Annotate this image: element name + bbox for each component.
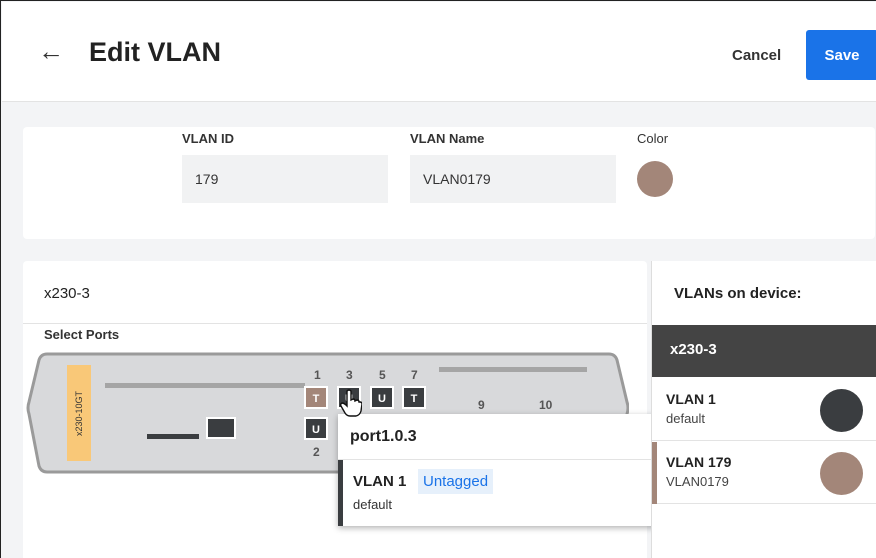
- tooltip-divider: [338, 459, 672, 460]
- port-5[interactable]: U: [370, 386, 394, 409]
- port-number-3: 3: [346, 368, 353, 382]
- cancel-button[interactable]: Cancel: [732, 47, 781, 64]
- port-number-9: 9: [478, 398, 485, 412]
- port-number-7: 7: [411, 368, 418, 382]
- tooltip-vlan-color-bar: [338, 460, 343, 526]
- vlan-color-dot: [820, 452, 863, 495]
- tooltip-port-name: port1.0.3: [350, 428, 417, 445]
- port-tooltip: port1.0.3 VLAN 1 Untagged default: [338, 414, 672, 526]
- vlan-name-field[interactable]: VLAN0179: [410, 155, 616, 203]
- vlans-panel-device: x230-3: [652, 325, 876, 377]
- vlan-row-name: VLAN 1: [666, 391, 716, 407]
- hand-pointer-icon: [340, 389, 362, 417]
- vlan-row-name: VLAN 179: [666, 454, 732, 470]
- tooltip-vlan-name: VLAN 1: [353, 473, 407, 490]
- color-label: Color: [637, 131, 669, 146]
- vlans-panel-title: VLANs on device:: [674, 285, 802, 302]
- vlan-color-dot: [820, 389, 863, 432]
- vlan-id-label: VLAN ID: [182, 131, 234, 146]
- app-frame: ← Edit VLAN Cancel Save VLAN ID 179 VLAN…: [0, 0, 876, 558]
- page-header: ← Edit VLAN Cancel Save: [2, 2, 876, 102]
- port-number-10: 10: [539, 398, 553, 412]
- port-number-5: 5: [379, 368, 386, 382]
- divider: [23, 323, 647, 324]
- back-arrow-icon[interactable]: ←: [38, 36, 64, 66]
- vlan-row-desc: default: [666, 411, 706, 426]
- save-button[interactable]: Save: [806, 30, 876, 80]
- port-number-1: 1: [314, 368, 321, 382]
- mgmt-port[interactable]: [206, 417, 236, 439]
- vlan-row-desc: VLAN0179: [666, 474, 729, 489]
- port-7[interactable]: T: [402, 386, 426, 409]
- vlans-on-device-panel: VLANs on device: x230-3 VLAN 1 default V…: [651, 261, 876, 558]
- select-ports-label: Select Ports: [44, 327, 120, 342]
- sfp-slot: [147, 434, 199, 439]
- vlan-id-field[interactable]: 179: [182, 155, 388, 203]
- port-2[interactable]: U: [304, 417, 328, 440]
- vlan-row-179[interactable]: VLAN 179 VLAN0179: [652, 442, 876, 504]
- port-1[interactable]: T: [304, 386, 328, 409]
- device-hostname: x230-3: [44, 285, 90, 302]
- tooltip-mode-badge: Untagged: [418, 469, 494, 494]
- device-model-label: x230-10GT: [67, 365, 91, 461]
- vlan-name-label: VLAN Name: [410, 131, 485, 146]
- page-title: Edit VLAN: [89, 37, 221, 67]
- port-number-2: 2: [313, 445, 320, 459]
- vlan-row-1[interactable]: VLAN 1 default: [652, 379, 876, 441]
- tooltip-vlan-desc: default: [353, 497, 393, 512]
- selected-vlan-accent: [652, 442, 657, 504]
- color-swatch[interactable]: [637, 161, 673, 197]
